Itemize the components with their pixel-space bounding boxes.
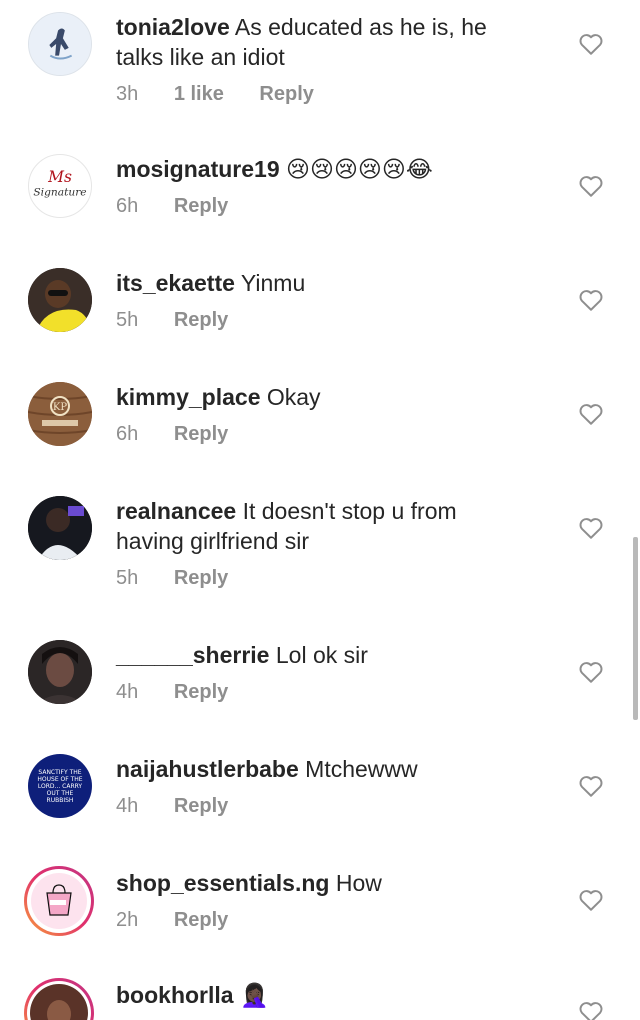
user-avatar[interactable] (28, 12, 92, 76)
user-avatar-story-ring[interactable] (24, 866, 94, 936)
user-avatar[interactable] (28, 268, 92, 332)
comment-text: ______sherrie Lol ok sir (116, 642, 368, 668)
comment-text: its_ekaette Yinmu (116, 270, 306, 296)
signature-logo-image: Ms Signature (33, 168, 86, 199)
comment-text-continued: talks like an idiot (116, 44, 285, 70)
user-avatar-story-ring[interactable] (24, 978, 94, 1020)
scrollbar[interactable] (633, 537, 638, 720)
avatar-inner (27, 869, 91, 933)
heart-outline-icon[interactable] (578, 516, 604, 540)
comment-username[interactable]: mosignature19 (116, 156, 280, 182)
avatar-quote-text: SANCTIFY THE HOUSE OF THE LORD... CARRY … (37, 768, 83, 804)
emoji-text: 🤦🏿‍♀️ (239, 982, 269, 1008)
comment-time: 2h (116, 909, 139, 931)
reply-button[interactable]: Reply (259, 82, 313, 106)
reply-button[interactable]: Reply (174, 794, 228, 818)
comment-time: 3h (116, 83, 139, 105)
heart-outline-icon[interactable] (578, 288, 604, 312)
comment-meta: 5h Reply (116, 308, 556, 332)
heart-outline-icon[interactable] (578, 774, 604, 798)
reply-button[interactable]: Reply (174, 194, 228, 218)
comment-meta: 3h 1 like Reply (116, 82, 556, 106)
comment-username[interactable]: realnancee (116, 498, 236, 524)
reply-button[interactable]: Reply (174, 680, 228, 704)
shopping-bag-icon (31, 873, 87, 929)
heart-outline-icon[interactable] (578, 32, 604, 56)
comment-time: 5h (116, 309, 139, 331)
reply-button[interactable]: Reply (174, 422, 228, 446)
comment-username[interactable]: its_ekaette (116, 270, 235, 296)
comment-meta: 4h Reply (116, 794, 556, 818)
comment-meta: 5h Reply (116, 566, 556, 590)
comment-meta: 2h Reply (116, 908, 556, 932)
user-avatar[interactable]: SANCTIFY THE HOUSE OF THE LORD... CARRY … (28, 754, 92, 818)
comment-username[interactable]: shop_essentials.ng (116, 870, 329, 896)
comment-time: 6h (116, 423, 139, 445)
comment-text: tonia2love As educated as he is, he (116, 14, 487, 40)
likes-count[interactable]: 1 like (174, 82, 224, 106)
comment-text-continued: having girlfriend sir (116, 528, 310, 554)
heart-outline-icon[interactable] (578, 1000, 604, 1020)
comment-text: realnancee It doesn't stop u from (116, 498, 457, 524)
heart-outline-icon[interactable] (578, 888, 604, 912)
user-avatar[interactable] (28, 640, 92, 704)
wood-logo-image: KP (28, 382, 92, 446)
comment-text: kimmy_place Okay (116, 384, 321, 410)
avatar-photo-image (28, 640, 92, 704)
avatar-sketch-image (29, 13, 91, 75)
comment-meta: 4h Reply (116, 680, 556, 704)
comment-text: mosignature19 😢😢😢😢😢😂 (116, 154, 556, 184)
reply-button[interactable]: Reply (174, 308, 228, 332)
comment-username[interactable]: tonia2love (116, 14, 230, 40)
reply-button[interactable]: Reply (174, 908, 228, 932)
comment-time: 4h (116, 795, 139, 817)
reply-button[interactable]: Reply (174, 566, 228, 590)
user-avatar[interactable]: Ms Signature (28, 154, 92, 218)
comment-meta: 6h Reply (116, 194, 556, 218)
svg-text:Ms: Ms (47, 168, 72, 186)
emoji-text: 😢😢😢😢😢😂 (286, 156, 433, 182)
comment-text: shop_essentials.ng How (116, 870, 382, 896)
comment-text: naijahustlerbabe Mtchewww (116, 756, 418, 782)
heart-outline-icon[interactable] (578, 660, 604, 684)
avatar-inner (27, 981, 91, 1020)
comment-time: 4h (116, 681, 139, 703)
comment-username[interactable]: ______sherrie (116, 642, 269, 668)
comment-username[interactable]: bookhorlla (116, 982, 234, 1008)
svg-text:Signature: Signature (33, 186, 86, 199)
comment-meta: 6h Reply (116, 422, 556, 446)
user-avatar[interactable]: KP (28, 382, 92, 446)
user-avatar[interactable] (28, 496, 92, 560)
comment-time: 5h (116, 567, 139, 589)
avatar-photo-image (28, 268, 92, 332)
svg-text:KP: KP (53, 402, 67, 413)
heart-outline-icon[interactable] (578, 174, 604, 198)
avatar-photo-image (30, 984, 88, 1020)
avatar-photo-image (28, 496, 92, 560)
heart-outline-icon[interactable] (578, 402, 604, 426)
comment-username[interactable]: naijahustlerbabe (116, 756, 299, 782)
comment-time: 6h (116, 195, 139, 217)
comment-text: bookhorlla 🤦🏿‍♀️ (116, 980, 556, 1010)
comment-username[interactable]: kimmy_place (116, 384, 260, 410)
